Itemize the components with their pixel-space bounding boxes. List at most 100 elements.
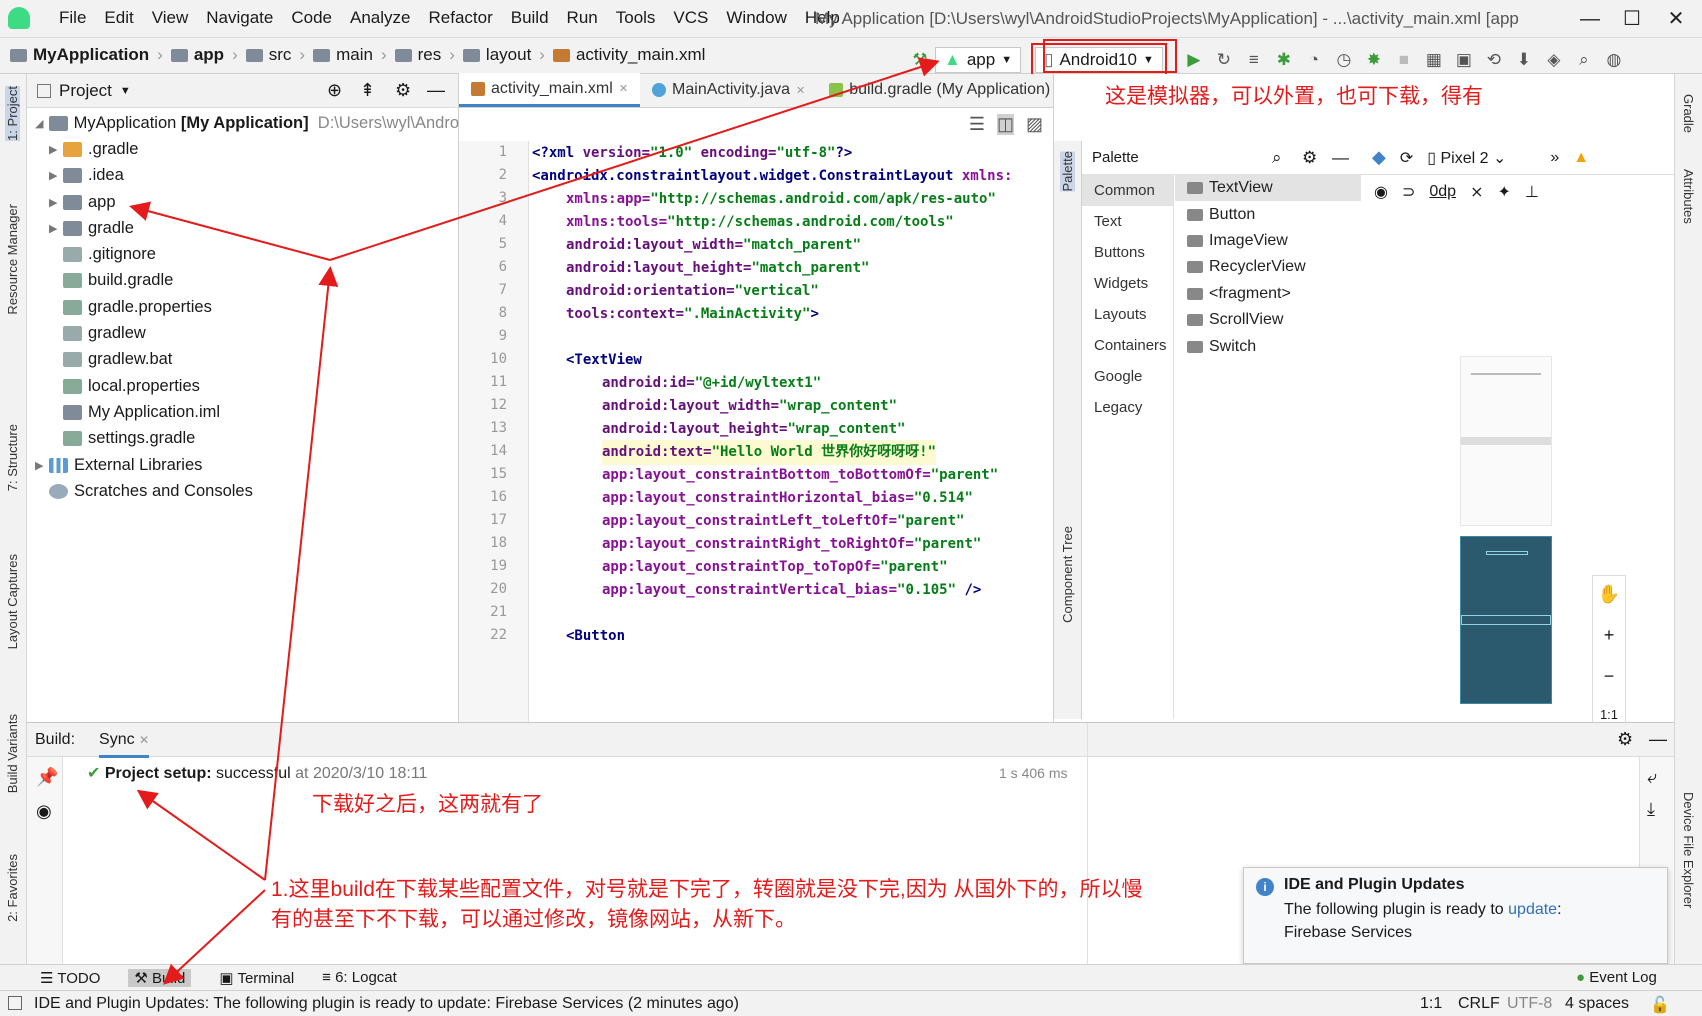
pan-icon[interactable]: ✋ (1598, 584, 1620, 605)
tool-device-file-explorer[interactable]: Device File Explorer (1681, 792, 1696, 908)
menu-item-vcs[interactable]: VCS (664, 8, 717, 28)
user-icon[interactable]: ◍ (1599, 47, 1629, 73)
apply-code-icon[interactable]: ≡ (1239, 47, 1269, 73)
blueprint-preview[interactable] (1460, 536, 1552, 704)
build-status-row[interactable]: ✔ Project setup: successful at 2020/3/10… (87, 763, 427, 783)
minimize-icon[interactable]: — (1570, 4, 1610, 34)
tree-item[interactable]: ▶ app (27, 189, 459, 215)
expand-icon[interactable]: ▶ (49, 169, 63, 182)
palette-item[interactable]: <fragment> (1175, 281, 1361, 307)
palette-category[interactable]: Buttons (1082, 237, 1173, 268)
palette-item[interactable]: ScrollView (1175, 307, 1361, 333)
line-separator[interactable]: CRLF (1458, 995, 1500, 1013)
tree-root[interactable]: ◢ MyApplication [My Application] D:\User… (27, 110, 459, 136)
more-icon[interactable]: » (1550, 149, 1559, 167)
breadcrumb-item[interactable]: app (170, 45, 224, 65)
breadcrumb-item[interactable]: activity_main.xml (552, 45, 705, 65)
palette-category[interactable]: Widgets (1082, 268, 1173, 299)
editor-tab[interactable]: MainActivity.java ✕ (640, 73, 817, 107)
build-eye-icon[interactable]: ◉ (36, 801, 52, 822)
tab-build[interactable]: ⚒ Build (128, 969, 192, 987)
palette-item[interactable]: TextView (1175, 175, 1361, 202)
tool-favorites[interactable]: 2: Favorites (5, 854, 20, 922)
palette-item[interactable]: Switch (1175, 333, 1361, 359)
menu-item-analyze[interactable]: Analyze (341, 8, 419, 28)
debug-icon[interactable]: ✱ (1269, 47, 1299, 73)
palette-category[interactable]: Layouts (1082, 299, 1173, 330)
menu-item-edit[interactable]: Edit (95, 8, 142, 28)
hammer-icon[interactable]: ⚒ (905, 47, 935, 73)
tree-item[interactable]: gradlew.bat (27, 347, 459, 373)
tree-item[interactable]: ▶ .idea (27, 163, 459, 189)
tree-item[interactable]: My Application.iml (27, 399, 459, 425)
orientation-icon[interactable]: ⟳ (1400, 148, 1413, 168)
pin-icon[interactable]: 📌 (36, 767, 58, 788)
zoom-in-icon[interactable]: + (1604, 625, 1615, 646)
avd-manager-icon[interactable]: ▣ (1449, 47, 1479, 73)
component-tree-tab[interactable]: Component Tree (1060, 526, 1075, 623)
tool-project[interactable]: 1: Project (5, 86, 20, 141)
margin-select[interactable]: 0dp (1429, 183, 1456, 201)
scroll-end-icon[interactable]: ⤓ (1647, 799, 1655, 820)
palette-category[interactable]: Legacy (1082, 392, 1173, 423)
zoom-reset[interactable]: 1:1 (1600, 707, 1618, 722)
tree-external-libraries[interactable]: ▶ External Libraries (27, 452, 459, 478)
menu-item-tools[interactable]: Tools (607, 8, 665, 28)
breadcrumb-item[interactable]: src (245, 45, 291, 65)
tab-close-icon[interactable]: ✕ (796, 84, 805, 97)
hide-icon[interactable]: — (427, 80, 445, 101)
tab-logcat[interactable]: ≡ 6: Logcat (322, 969, 397, 987)
apply-changes-icon[interactable]: ↻ (1209, 47, 1239, 73)
search-icon[interactable]: ⌕ (1569, 47, 1599, 73)
sdk-manager-icon[interactable]: ⬇ (1509, 47, 1539, 73)
status-message[interactable]: IDE and Plugin Updates: The following pl… (34, 995, 739, 1013)
project-view-select[interactable]: Project (59, 81, 112, 101)
tree-item[interactable]: ▶ .gradle (27, 136, 459, 162)
split-view-icon[interactable]: ◫ (996, 114, 1014, 135)
palette-item[interactable]: RecyclerView (1175, 254, 1361, 280)
wrap-icon[interactable]: ⤶ (1647, 767, 1657, 788)
code-area[interactable]: <?xml version="1.0" encoding="utf-8"?> <… (532, 141, 1012, 644)
close-icon[interactable]: ✕ (1656, 4, 1696, 34)
run-config-select[interactable]: ▲ app ▼ (935, 47, 1022, 73)
palette-gear-icon[interactable]: ⚙ (1302, 148, 1317, 168)
infer-constraints-icon[interactable]: ✦ (1497, 182, 1510, 202)
indent-setting[interactable]: 4 spaces (1565, 995, 1629, 1013)
clear-constraints-icon[interactable]: ⨯ (1470, 182, 1483, 202)
run-icon[interactable]: ▶ (1179, 47, 1209, 73)
palette-item[interactable]: ImageView (1175, 228, 1361, 254)
coverage-icon[interactable]: ✸ (1359, 47, 1389, 73)
tool-structure[interactable]: 7: Structure (5, 424, 20, 491)
code-view-icon[interactable]: ☰ (969, 114, 985, 135)
device-select[interactable]: ▯ Android10 ▼ (1035, 47, 1163, 73)
palette-category[interactable]: Containers (1082, 330, 1173, 361)
breadcrumb-item[interactable]: res (394, 45, 441, 65)
palette-category[interactable]: Text (1082, 206, 1173, 237)
tab-todo[interactable]: ☰ TODO (40, 969, 100, 987)
build-hide-icon[interactable]: — (1649, 729, 1667, 750)
lock-icon[interactable]: 🔓 (1650, 995, 1670, 1015)
expand-icon[interactable]: ▶ (49, 196, 63, 209)
tree-scratches[interactable]: Scratches and Consoles (27, 478, 459, 504)
breadcrumb-item[interactable]: layout (462, 45, 531, 65)
event-log-button[interactable]: ● Event Log (1576, 969, 1657, 986)
layout-inspector-icon[interactable]: ◈ (1539, 47, 1569, 73)
menu-item-code[interactable]: Code (282, 8, 341, 28)
guidelines-icon[interactable]: ⊥ (1525, 182, 1539, 202)
update-link[interactable]: update (1508, 901, 1557, 918)
expand-icon[interactable]: ▶ (49, 222, 63, 235)
breadcrumb-item[interactable]: MyApplication (10, 45, 149, 65)
editor-tab[interactable]: build.gradle (My Application)✕ (817, 73, 1077, 107)
gear-icon[interactable]: ⚙ (395, 80, 411, 101)
menu-item-run[interactable]: Run (558, 8, 607, 28)
design-preview[interactable] (1460, 356, 1552, 526)
zoom-out-icon[interactable]: − (1604, 666, 1615, 687)
locate-icon[interactable]: ⊕ (327, 80, 342, 101)
tree-item[interactable]: gradlew (27, 320, 459, 346)
caret-position[interactable]: 1:1 (1420, 995, 1442, 1013)
palette-category[interactable]: Google (1082, 361, 1173, 392)
editor-tab[interactable]: activity_main.xml ✕ (459, 73, 641, 107)
tab-terminal[interactable]: ▣ Terminal (219, 969, 294, 987)
menu-item-file[interactable]: File (50, 8, 95, 28)
tree-item[interactable]: settings.gradle (27, 426, 459, 452)
